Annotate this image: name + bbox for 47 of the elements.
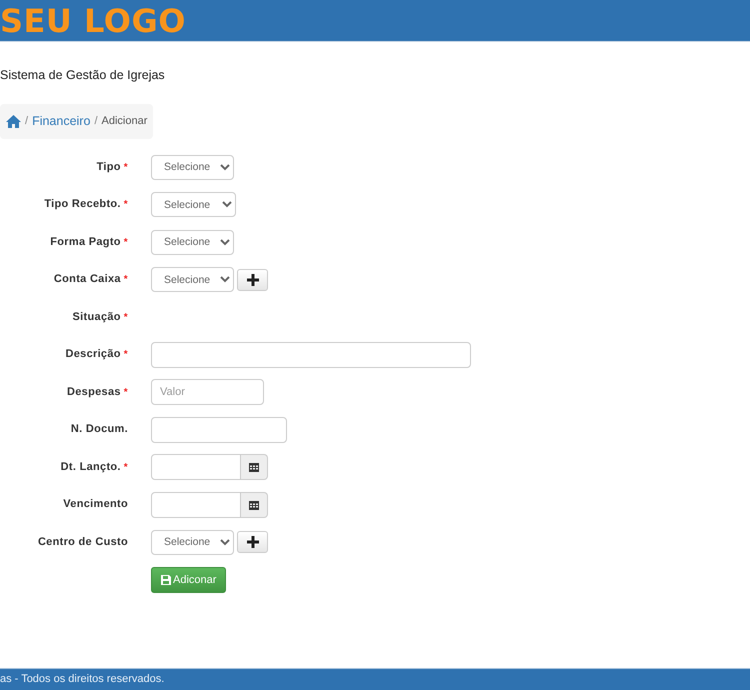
field-label: Tipo: [96, 160, 121, 173]
calendar-button[interactable]: [241, 454, 268, 480]
field-label: Tipo Recebto.: [44, 198, 121, 210]
required-mark: *: [124, 386, 128, 398]
add-button[interactable]: [237, 531, 268, 553]
required-mark: *: [124, 312, 128, 323]
input-field[interactable]: [151, 416, 287, 442]
home-icon[interactable]: [6, 114, 21, 128]
select-field[interactable]: Selecione: [151, 230, 234, 254]
save-button[interactable]: Adiconar: [151, 567, 226, 593]
plus-icon: [246, 536, 258, 548]
breadcrumb-link[interactable]: Financeiro: [32, 112, 90, 130]
breadcrumb-separator: /: [25, 114, 28, 129]
field-label: Despesas: [67, 386, 121, 398]
input-field[interactable]: [151, 342, 471, 368]
required-mark: *: [124, 274, 128, 286]
page-title: Sistema de Gestão de Igrejas: [0, 67, 166, 84]
select-field[interactable]: Selecione: [151, 530, 234, 554]
required-mark: *: [124, 162, 128, 173]
field-label: Dt. Lançto.: [60, 460, 121, 473]
calendar-icon: [249, 462, 259, 472]
field-label: Forma Pagto: [50, 236, 121, 248]
required-mark: *: [124, 349, 128, 360]
breadcrumb-separator: /: [94, 114, 98, 129]
select-field[interactable]: Selecione: [151, 154, 234, 180]
field-label: Conta Caixa: [54, 273, 121, 286]
field-label: Descrição: [66, 348, 121, 360]
field-label: Situação: [72, 310, 121, 323]
field-label: Centro de Custo: [38, 536, 128, 548]
add-button[interactable]: [237, 268, 268, 290]
field-label: N. Docum.: [70, 423, 128, 436]
breadcrumb-current: Adicionar: [102, 114, 148, 129]
plus-icon: [246, 274, 258, 286]
required-mark: *: [124, 462, 128, 473]
copyright-text: as - Todos os direitos reservados.: [0, 672, 164, 688]
date-field[interactable]: [151, 492, 241, 518]
required-mark: *: [124, 236, 128, 248]
required-mark: *: [124, 199, 128, 210]
save-icon: [161, 575, 171, 585]
input-field[interactable]: Valor: [151, 379, 264, 405]
select-field[interactable]: Selecione: [151, 192, 236, 217]
calendar-icon: [249, 500, 259, 510]
select-field[interactable]: Selecione: [151, 267, 234, 292]
calendar-button[interactable]: [241, 492, 268, 518]
date-field[interactable]: [151, 454, 241, 480]
field-label: Vencimento: [63, 498, 128, 510]
logo: SEU LOGO: [0, 4, 186, 36]
